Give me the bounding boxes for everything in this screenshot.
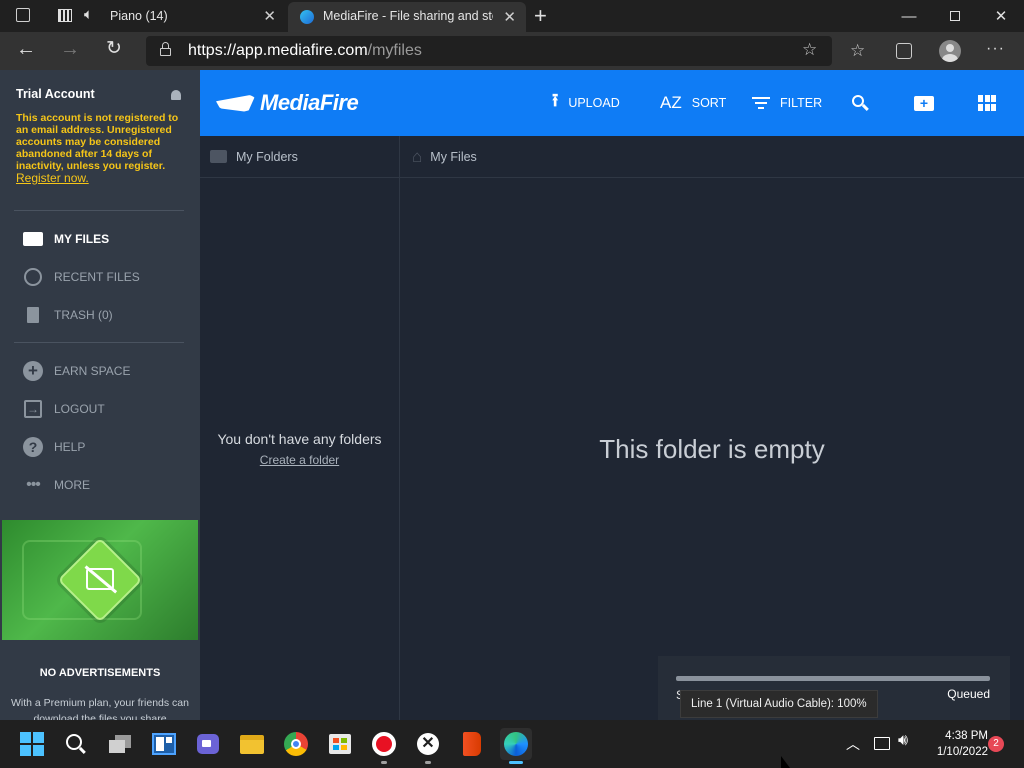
upload-icon: ⭱ [552,90,559,110]
piano-icon [58,9,72,22]
tab-piano[interactable]: 🔈︎ Piano (14) ✕ [0,0,286,32]
mouse-cursor [781,756,790,768]
account-warning: This account is not registered to an ema… [16,112,179,185]
taskbar: ✕ ︿ 🔊︎ 4:38 PM 1/10/2022 2 [0,720,1024,768]
sidebar: Trial Account This account is not regist… [0,70,200,720]
speaker-icon[interactable]: 🔈︎ [84,6,93,23]
windows-start-icon[interactable] [16,728,48,760]
grid-view-button[interactable] [978,70,996,136]
filter-button[interactable]: FILTER [752,70,822,136]
clock-time: 4:38 PM [945,730,988,742]
network-icon[interactable] [874,737,890,750]
upload-progress-bar [676,676,990,681]
filter-icon [752,96,770,110]
volume-icon[interactable]: 🔊︎ [898,732,908,750]
upload-button[interactable]: ⭱ UPLOAD [552,70,620,136]
register-link[interactable]: Register now. [16,171,89,185]
folder-icon [22,228,44,250]
close-window-button[interactable]: ✕ [978,0,1024,32]
files-breadcrumb: ⌂ My Files [400,136,1024,178]
edge-icon[interactable] [500,728,532,764]
search-icon[interactable] [60,728,92,760]
files-pane: ⌂ My Files This folder is empty [400,136,1024,720]
no-folders-text: You don't have any folders [217,431,382,447]
folder-icon [210,150,227,163]
new-folder-button[interactable]: + [914,70,934,136]
clock-date: 1/10/2022 [936,746,988,758]
favorites-icon[interactable]: ☆ [850,41,865,61]
profile-avatar[interactable] [939,40,961,62]
sort-button[interactable]: AZ SORT [660,70,726,136]
sidebar-item-help[interactable]: ? HELP [22,434,85,460]
sidebar-item-earn-space[interactable]: + EARN SPACE [22,358,130,384]
logout-icon: → [22,398,44,420]
divider [14,342,184,343]
search-icon [852,95,869,111]
plus-circle-icon: + [22,360,44,382]
chrome-icon[interactable] [280,728,312,760]
restore-button[interactable] [932,0,978,32]
office-icon[interactable] [456,728,488,760]
address-bar[interactable]: https://app.mediafire.com/myfiles ☆ [146,36,832,66]
upload-status: Queued [947,687,990,701]
add-favorite-icon[interactable]: ☆ [802,40,817,60]
empty-folder-text: This folder is empty [599,434,825,464]
tab-title: MediaFire - File sharing and stor [323,9,493,23]
sidebar-item-recent-files[interactable]: RECENT FILES [22,264,140,290]
ellipsis-icon: ••• [26,476,41,493]
sidebar-item-more[interactable]: ••• MORE [22,472,90,498]
folders-header: My Folders [200,136,399,178]
home-icon[interactable]: ⌂ [412,147,422,167]
sort-az-icon: AZ [660,93,682,112]
notification-badge[interactable]: 2 [988,736,1004,752]
browser-tab-bar: 🔈︎ Piano (14) ✕ MediaFire - File sharing… [0,0,1024,32]
promo-image [2,520,198,640]
url-text: https://app.mediafire.com/myfiles [188,42,422,59]
volume-tooltip: Line 1 (Virtual Audio Cable): 100% [680,690,878,718]
help-icon: ? [22,436,44,458]
file-explorer-icon[interactable] [236,728,268,760]
teams-chat-icon[interactable] [192,728,224,760]
minimize-button[interactable]: — [886,0,932,32]
account-title: Trial Account [16,87,95,101]
folders-pane: My Folders You don't have any folders Cr… [200,136,400,720]
promo-title: NO ADVERTISEMENTS [39,667,161,679]
create-folder-link[interactable]: Create a folder [200,453,399,467]
close-tab-icon[interactable]: ✕ [503,8,516,26]
sidebar-item-logout[interactable]: → LOGOUT [22,396,105,422]
promo-text: With a Premium plan, your friends can do… [11,697,189,720]
mediafire-logo[interactable]: MediaFire [216,90,359,116]
app-header: MediaFire ⭱ UPLOAD AZ SORT FILTER + [200,70,1024,136]
divider [14,210,184,211]
lock-icon[interactable] [160,42,171,56]
recorder-icon[interactable] [368,728,400,764]
bell-icon[interactable] [171,90,181,100]
clock-icon [22,266,44,288]
back-button[interactable]: ← [16,38,36,61]
tab-title: Piano (14) [110,9,168,23]
sidebar-item-trash[interactable]: TRASH (0) [22,302,113,328]
tab-mediafire[interactable]: MediaFire - File sharing and stor ✕ [288,2,526,32]
edge-favicon-icon [300,10,314,24]
refresh-button[interactable]: ↻ [106,37,122,60]
grid-view-icon [978,95,996,111]
clock[interactable]: 4:38 PM 1/10/2022 [922,728,988,760]
store-icon[interactable] [324,728,356,760]
forward-button[interactable]: → [60,38,80,61]
search-button[interactable] [852,70,869,136]
task-view-icon[interactable] [104,728,136,760]
show-hidden-icons-icon[interactable]: ︿ [846,734,860,754]
trash-icon [22,304,44,326]
collections-icon[interactable] [896,43,912,59]
widgets-icon[interactable] [148,728,180,760]
close-tab-icon[interactable]: ✕ [263,7,276,25]
new-folder-icon: + [914,95,934,111]
flame-logo-icon [216,94,256,112]
new-tab-button[interactable]: + [534,3,547,29]
xbox-icon[interactable]: ✕ [412,728,444,764]
sidebar-item-my-files[interactable]: MY FILES [22,226,109,252]
tab-actions-icon[interactable] [16,8,30,22]
more-options-icon[interactable]: ··· [986,40,1005,58]
